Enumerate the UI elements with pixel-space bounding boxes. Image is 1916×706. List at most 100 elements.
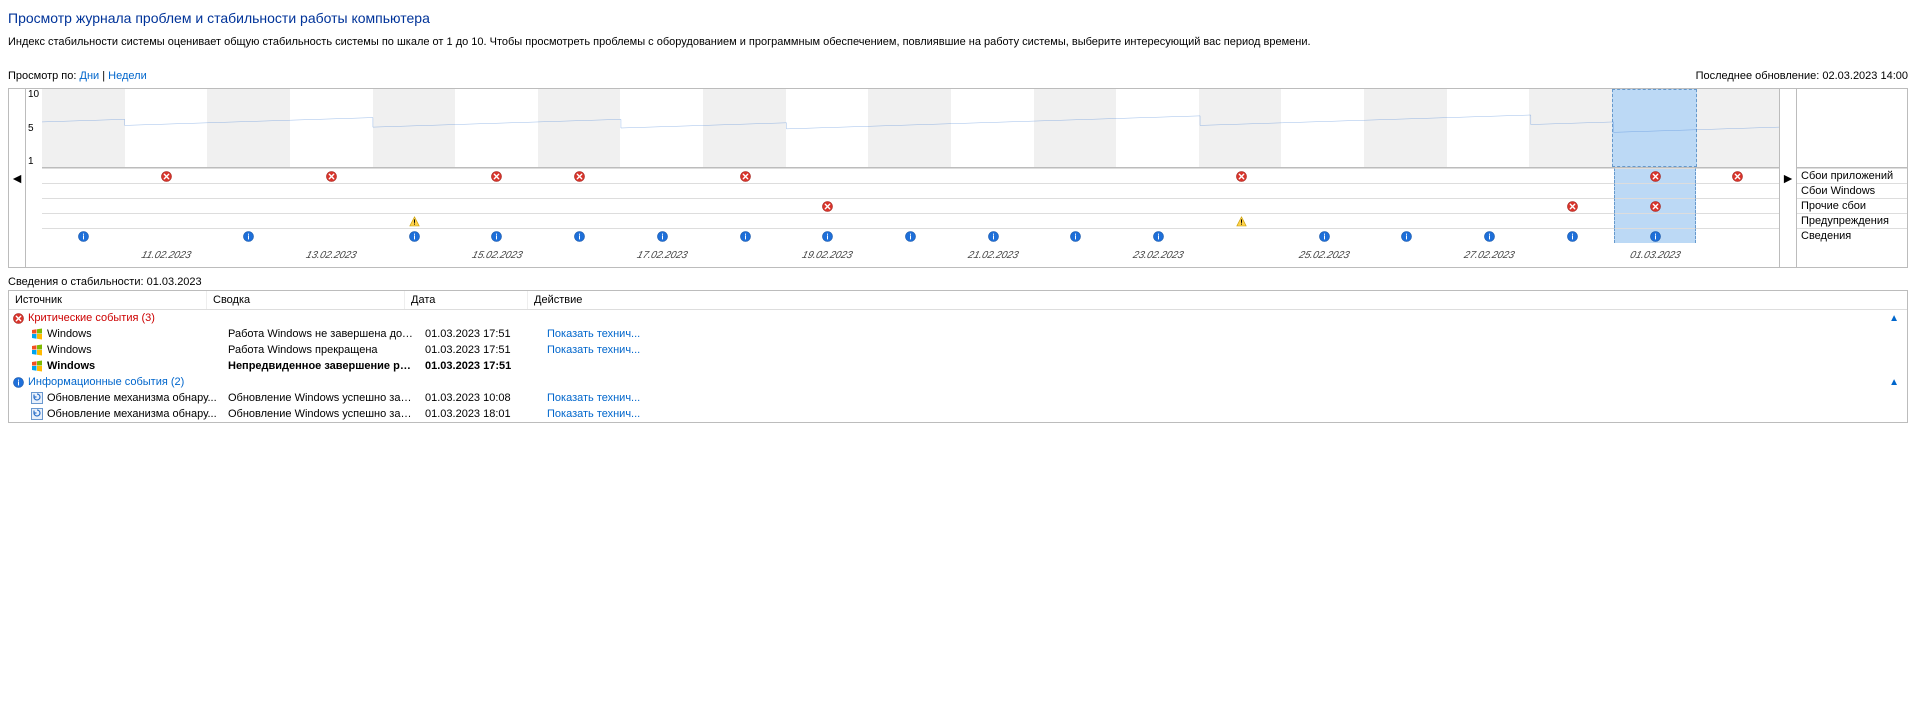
event-cell[interactable] xyxy=(952,168,1035,183)
event-cell[interactable] xyxy=(1366,198,1449,213)
event-cell[interactable] xyxy=(1448,183,1531,198)
event-cell[interactable] xyxy=(1366,213,1449,228)
view-days-link[interactable]: Дни xyxy=(80,70,100,82)
event-cell[interactable] xyxy=(538,228,621,243)
event-cell[interactable] xyxy=(373,228,456,243)
event-cell[interactable] xyxy=(42,168,125,183)
event-cell[interactable] xyxy=(1117,228,1200,243)
scroll-left-button[interactable]: ◄ xyxy=(9,89,26,267)
event-cell[interactable] xyxy=(207,183,290,198)
event-cell[interactable] xyxy=(1200,213,1283,228)
event-cell[interactable] xyxy=(704,228,787,243)
event-cell[interactable] xyxy=(1035,213,1118,228)
event-cell[interactable] xyxy=(456,168,539,183)
event-cell[interactable] xyxy=(1283,183,1366,198)
event-cell[interactable] xyxy=(456,183,539,198)
scroll-right-button[interactable]: ► xyxy=(1779,89,1796,267)
event-cell[interactable] xyxy=(290,228,373,243)
event-cell[interactable] xyxy=(621,228,704,243)
event-cell[interactable] xyxy=(42,228,125,243)
event-cell[interactable] xyxy=(373,213,456,228)
event-cell[interactable] xyxy=(1366,168,1449,183)
event-cell[interactable] xyxy=(952,183,1035,198)
event-cell[interactable] xyxy=(538,213,621,228)
event-cell[interactable] xyxy=(1531,198,1614,213)
event-cell[interactable] xyxy=(1696,168,1779,183)
event-cell[interactable] xyxy=(1200,228,1283,243)
event-cell[interactable] xyxy=(621,198,704,213)
event-cell[interactable] xyxy=(125,228,208,243)
event-cell[interactable] xyxy=(1035,183,1118,198)
event-cell[interactable] xyxy=(1117,198,1200,213)
event-cell[interactable] xyxy=(869,228,952,243)
event-icon-grid[interactable] xyxy=(42,168,1779,243)
event-cell[interactable] xyxy=(704,213,787,228)
event-cell[interactable] xyxy=(786,228,869,243)
event-cell[interactable] xyxy=(1035,168,1118,183)
event-cell[interactable] xyxy=(704,183,787,198)
event-cell[interactable] xyxy=(42,198,125,213)
event-cell[interactable] xyxy=(1531,228,1614,243)
event-cell[interactable] xyxy=(786,183,869,198)
show-details-link[interactable]: Показать технич... xyxy=(547,392,640,404)
event-cell[interactable] xyxy=(1614,183,1697,198)
event-cell[interactable] xyxy=(1035,228,1118,243)
event-cell[interactable] xyxy=(952,228,1035,243)
event-cell[interactable] xyxy=(786,213,869,228)
event-cell[interactable] xyxy=(786,168,869,183)
event-cell[interactable] xyxy=(1117,183,1200,198)
event-cell[interactable] xyxy=(42,183,125,198)
event-row[interactable]: WindowsРабота Windows прекращена01.03.20… xyxy=(9,342,1907,358)
event-cell[interactable] xyxy=(1614,198,1697,213)
event-cell[interactable] xyxy=(1283,168,1366,183)
plot-area[interactable] xyxy=(42,89,1779,168)
event-cell[interactable] xyxy=(1696,198,1779,213)
event-cell[interactable] xyxy=(704,168,787,183)
event-cell[interactable] xyxy=(621,183,704,198)
show-details-link[interactable]: Показать технич... xyxy=(547,328,640,340)
event-cell[interactable] xyxy=(125,183,208,198)
event-cell[interactable] xyxy=(1448,213,1531,228)
event-cell[interactable] xyxy=(290,213,373,228)
event-cell[interactable] xyxy=(538,198,621,213)
event-cell[interactable] xyxy=(1531,183,1614,198)
event-cell[interactable] xyxy=(1614,228,1697,243)
event-cell[interactable] xyxy=(1200,198,1283,213)
event-cell[interactable] xyxy=(207,228,290,243)
event-cell[interactable] xyxy=(456,228,539,243)
event-cell[interactable] xyxy=(1448,198,1531,213)
event-cell[interactable] xyxy=(290,198,373,213)
event-cell[interactable] xyxy=(869,168,952,183)
event-cell[interactable] xyxy=(538,183,621,198)
event-cell[interactable] xyxy=(1448,168,1531,183)
event-row[interactable]: Обновление механизма обнару...Обновление… xyxy=(9,406,1907,422)
event-row[interactable]: WindowsРабота Windows не завершена должн… xyxy=(9,326,1907,342)
event-cell[interactable] xyxy=(1696,228,1779,243)
event-cell[interactable] xyxy=(1117,168,1200,183)
event-cell[interactable] xyxy=(125,213,208,228)
event-cell[interactable] xyxy=(373,198,456,213)
event-row[interactable]: WindowsНепредвиденное завершение рабо...… xyxy=(9,358,1907,374)
event-cell[interactable] xyxy=(456,213,539,228)
event-cell[interactable] xyxy=(456,198,539,213)
collapse-icon[interactable]: ▲ xyxy=(1889,377,1899,388)
event-cell[interactable] xyxy=(869,198,952,213)
event-cell[interactable] xyxy=(1614,213,1697,228)
event-cell[interactable] xyxy=(1696,213,1779,228)
event-cell[interactable] xyxy=(1283,213,1366,228)
event-cell[interactable] xyxy=(704,198,787,213)
event-cell[interactable] xyxy=(621,213,704,228)
collapse-icon[interactable]: ▲ xyxy=(1889,313,1899,324)
event-cell[interactable] xyxy=(207,213,290,228)
show-details-link[interactable]: Показать технич... xyxy=(547,344,640,356)
event-cell[interactable] xyxy=(1283,198,1366,213)
event-cell[interactable] xyxy=(952,198,1035,213)
event-cell[interactable] xyxy=(869,183,952,198)
view-weeks-link[interactable]: Недели xyxy=(108,70,147,82)
event-cell[interactable] xyxy=(1283,228,1366,243)
event-cell[interactable] xyxy=(1531,213,1614,228)
event-cell[interactable] xyxy=(290,168,373,183)
critical-events-group[interactable]: Критические события (3)▲ xyxy=(9,310,1907,326)
event-cell[interactable] xyxy=(538,168,621,183)
event-cell[interactable] xyxy=(290,183,373,198)
